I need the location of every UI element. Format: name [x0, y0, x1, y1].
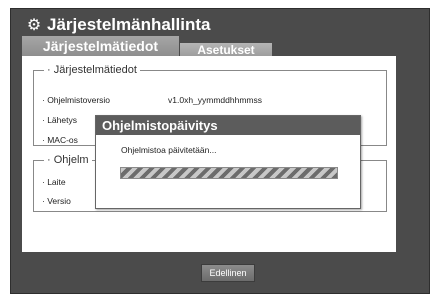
dialog-message: Ohjelmistoa päivitetään...: [121, 145, 217, 155]
tab-system-info[interactable]: Järjestelmätiedot: [22, 36, 179, 56]
previous-button[interactable]: Edellinen: [201, 264, 255, 282]
gear-icon: ⚙: [26, 17, 42, 34]
software-version-label: · Ohjelmistoversio: [42, 95, 111, 105]
mac-address-label: · MAC-os: [42, 135, 78, 145]
window-title: Järjestelmänhallinta: [47, 15, 211, 34]
system-info-legend: · Järjestelmätiedot: [47, 64, 137, 76]
broadcast-label: · Lähetys: [42, 115, 77, 125]
device-label: · Laite: [42, 177, 66, 187]
dialog-title: Ohjelmistopäivitys: [96, 116, 360, 135]
device-info-legend: · Ohjelm: [47, 154, 89, 166]
version-label: · Versio: [42, 196, 71, 206]
software-version-value: v1.0xh_yymmddhhmmss: [168, 95, 263, 105]
update-progress-bar: [120, 167, 338, 179]
software-update-dialog: Ohjelmistopäivitys Ohjelmistoa päivitetä…: [95, 115, 361, 209]
